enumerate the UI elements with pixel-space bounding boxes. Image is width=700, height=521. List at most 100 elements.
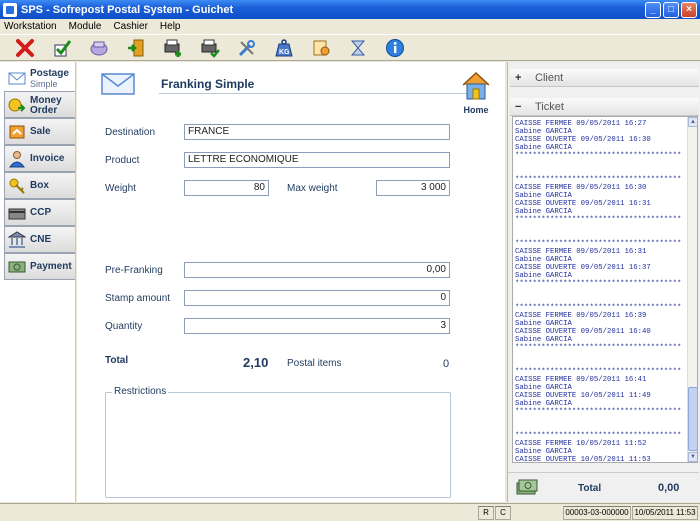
envelope-icon [101,73,135,95]
menu-module[interactable]: Module [69,21,102,32]
ticket-total-label: Total [578,483,602,494]
menu-bar: Workstation Module Cashier Help [0,19,700,34]
tools-icon [238,39,255,56]
sidebar-item-money-order[interactable]: Money Order [4,91,75,118]
maximize-button[interactable]: □ [663,1,679,18]
status-c: C [495,506,511,520]
ticket-section-label: Ticket [535,100,564,113]
page-title: Franking Simple [161,77,255,91]
ticket-section-header[interactable]: − Ticket [510,98,699,116]
product-field[interactable]: LETTRE ECONOMIQUE [184,152,450,168]
postal-items-label: Postal items [287,358,342,369]
prefranking-label: Pre-Franking [105,265,163,276]
menu-workstation[interactable]: Workstation [4,21,57,32]
prefranking-field[interactable]: 0,00 [184,262,450,278]
sidebar-item-payment[interactable]: Payment [4,253,75,280]
sidebar-item-label: Box [30,179,49,191]
close-button[interactable]: × [681,1,697,18]
restrictions-panel: Restrictions [105,386,451,498]
print-validate-button[interactable] [197,37,223,59]
status-message [4,506,474,520]
sidebar-item-label: CCP [30,206,52,218]
sidebar-item-sublabel: Order [30,104,58,116]
history-button[interactable] [345,37,371,59]
product-label: Product [105,155,140,166]
status-session: 00003-03-000000 [563,506,631,520]
validate-button[interactable] [49,37,75,59]
banknote-icon [8,261,26,272]
money-order-icon [8,98,26,112]
ticket-text: CAISSE FERMEE 09/05/2011 16:27 Sabine GA… [515,120,682,463]
sidebar-item-postage-text: Postage Simple [30,67,69,89]
info-button[interactable] [382,37,408,59]
destination-label: Destination [105,127,156,138]
max-weight-field: 3 000 [376,180,450,196]
toolbar: KG [0,34,700,61]
minimize-button[interactable]: _ [645,1,661,18]
client-section-header[interactable]: + Client [510,69,699,87]
basket-button[interactable] [86,37,112,59]
envelope-icon [8,72,26,84]
sidebar-item-label: Payment [30,260,72,272]
cancel-button[interactable] [12,37,38,59]
status-datetime: 10/05/2011 11:53 [632,506,698,520]
sidebar-item-box[interactable]: Box [4,172,75,199]
weight-label: Weight [105,183,136,194]
printer-add-icon [164,39,181,57]
sidebar-item-label: Money [30,94,62,106]
app-icon [3,2,17,17]
money-exchange-icon [313,40,330,55]
sale-icon [9,125,25,138]
menu-help[interactable]: Help [160,21,181,32]
key-icon [9,178,25,194]
sidebar-item-invoice[interactable]: Invoice [4,145,75,172]
collapse-icon: − [515,100,522,113]
weight-kg-icon: KG [275,38,293,56]
quantity-field[interactable]: 3 [184,318,450,334]
sidebar-item-money-order-text: Money Order [30,94,62,116]
printer-check-icon [201,39,220,58]
weight-field[interactable]: 80 [184,180,269,196]
home-icon [462,71,490,100]
print-add-button[interactable] [160,37,186,59]
scroll-up-icon[interactable]: ▲ [688,117,697,127]
total-label: Total [105,355,129,366]
home-label: Home [463,105,489,115]
scroll-down-icon[interactable]: ▼ [688,452,697,462]
card-icon [8,208,26,219]
right-panel: + Client − Ticket CAISSE FERMEE 09/05/20… [507,62,700,502]
title-divider [159,93,469,94]
home-button[interactable]: Home [457,70,495,115]
sidebar-item-ccp[interactable]: CCP [4,199,75,226]
franking-form: Franking Simple Home Destination FRANCE … [77,62,505,502]
settings-button[interactable] [234,37,260,59]
exit-button[interactable] [123,37,149,59]
sidebar-item-sale[interactable]: Sale [4,118,75,145]
bank-icon [8,230,26,248]
scroll-thumb[interactable] [688,387,697,451]
cash-icon [516,479,538,495]
weight-button[interactable]: KG [271,37,297,59]
total-value: 2,10 [243,355,269,370]
restrictions-label: Restrictions [112,386,169,397]
sidebar-item-cne[interactable]: CNE [4,226,75,253]
ticket-total-area: Total 0,00 [508,472,699,500]
destination-field[interactable]: FRANCE [184,124,450,140]
status-r: R [478,506,494,520]
check-icon [54,39,72,56]
sidebar-item-sublabel: Simple [30,78,58,89]
sidebar-item-label: CNE [30,233,52,245]
exchange-button[interactable] [308,37,334,59]
close-x-icon [16,38,34,57]
postal-items-value: 0 [443,358,450,370]
ticket-scrollbar[interactable]: ▲ ▼ [687,117,697,462]
menu-cashier[interactable]: Cashier [113,21,147,32]
sidebar-item-label: Invoice [30,152,65,164]
sidebar-item-label: Sale [30,125,51,137]
stamp-amount-field[interactable]: 0 [184,290,450,306]
stamp-amount-label: Stamp amount [105,293,171,304]
person-icon [9,150,25,167]
title-bar: SPS - Sofrepost Postal System - Guichet … [0,0,700,19]
sidebar-item-postage[interactable]: Postage Simple [4,64,75,91]
ticket-log[interactable]: CAISSE FERMEE 09/05/2011 16:27 Sabine GA… [512,116,698,463]
